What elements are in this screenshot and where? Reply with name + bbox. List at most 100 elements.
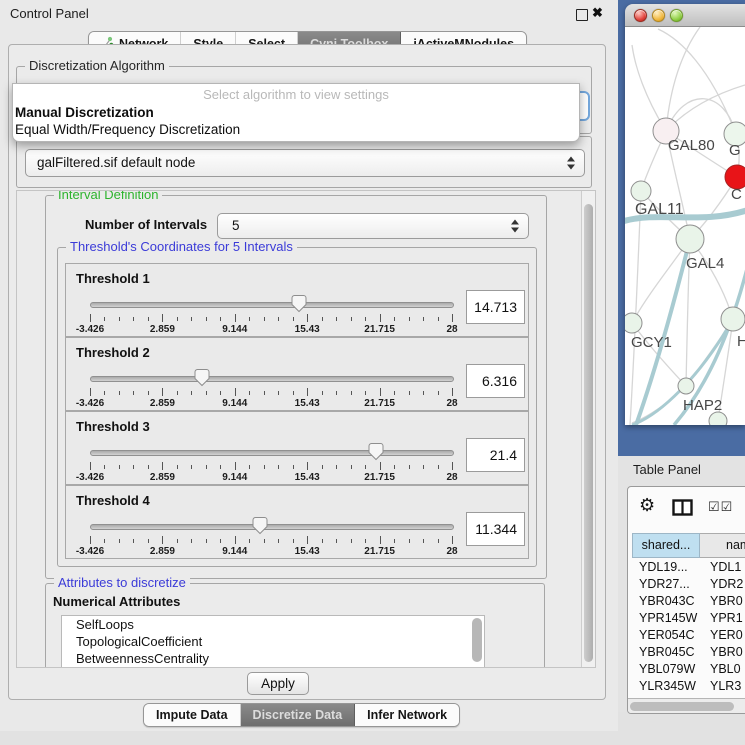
number-of-intervals-select[interactable]: 5	[217, 213, 529, 239]
close-traffic-light[interactable]	[634, 9, 647, 22]
slider-tick-labels: -3.4262.8599.14415.4321.71528	[90, 546, 452, 558]
thresholds-group-title: Threshold's Coordinates for 5 Intervals	[66, 239, 297, 254]
numerical-attributes-label: Numerical Attributes	[53, 594, 180, 609]
number-of-intervals-value: 5	[218, 214, 528, 238]
threshold-4-slider[interactable]: -3.4262.8599.14415.4321.71528	[90, 514, 452, 556]
tick-label: -3.426	[76, 546, 104, 557]
tick-label: 15.43	[295, 546, 320, 557]
table-row[interactable]: YBR045C YBR0	[632, 644, 745, 661]
column-header-shared-name[interactable]: shared...	[632, 533, 700, 558]
column-header-name[interactable]: name	[700, 533, 745, 558]
tab-label: Discretize Data	[253, 708, 343, 722]
minimize-traffic-light[interactable]	[652, 9, 665, 22]
list-scrollbar-thumb[interactable]	[472, 618, 482, 662]
attribute-item-topologicalcoefficient[interactable]: TopologicalCoefficient	[62, 633, 484, 650]
tab-impute-data[interactable]: Impute Data	[144, 704, 241, 726]
threshold-1-value-input[interactable]	[466, 290, 525, 324]
node-label-hap2: HAP2	[683, 397, 722, 414]
tick-label: 15.43	[295, 472, 320, 483]
node-label-gal4: GAL4	[686, 255, 724, 272]
table-row[interactable]: YLR345WYLR3	[632, 678, 745, 695]
slider-tick-labels: -3.4262.8599.14415.4321.71528	[90, 398, 452, 410]
slider-track[interactable]	[90, 302, 454, 308]
attribute-item-betweennesscentrality[interactable]: BetweennessCentrality	[62, 650, 484, 667]
table-data-select[interactable]: galFiltered.sif default node	[25, 149, 585, 177]
threshold-2-value-input[interactable]	[466, 364, 525, 398]
cell-name: YLR3	[710, 678, 741, 695]
cell-name: YBR0	[710, 644, 743, 661]
slider-track[interactable]	[90, 524, 454, 530]
tab-discretize-data[interactable]: Discretize Data	[241, 704, 356, 726]
node-label-h: H	[737, 333, 745, 350]
float-window-icon[interactable]	[576, 9, 588, 21]
cell-shared-name: YDR27...	[639, 576, 690, 593]
tick-label: 15.43	[295, 324, 320, 335]
network-node-gal11[interactable]	[631, 181, 651, 201]
vertical-scrollbar[interactable]	[581, 191, 595, 667]
slider-track[interactable]	[90, 450, 454, 456]
cell-name: YPR1	[710, 610, 743, 627]
control-panel-title: Control Panel	[10, 6, 89, 21]
threshold-3-label: Threshold 3	[76, 419, 150, 434]
select-columns-icons[interactable]: ☑☑	[708, 499, 733, 515]
threshold-3-value-input[interactable]	[466, 438, 525, 472]
network-canvas[interactable]: GAL80GCGAL11GAL4GCY1HHAP2	[625, 27, 745, 425]
threshold-1-slider[interactable]: -3.4262.8599.14415.4321.71528	[90, 292, 452, 334]
network-node-hap2[interactable]	[678, 378, 694, 394]
tick-label: -3.426	[76, 398, 104, 409]
slider-track[interactable]	[90, 376, 454, 382]
slider-ticks	[90, 536, 452, 545]
network-node-gcy1[interactable]	[625, 313, 642, 333]
zoom-traffic-light[interactable]	[670, 9, 683, 22]
tick-label: -3.426	[76, 472, 104, 483]
numerical-attributes-list[interactable]: SelfLoopsTopologicalCoefficientBetweenne…	[61, 615, 485, 668]
vertical-scrollbar-thumb[interactable]	[584, 204, 593, 662]
slider-thumb[interactable]	[368, 442, 384, 461]
table-header-row: shared... name	[632, 533, 745, 558]
tick-label: 2.859	[150, 324, 175, 335]
algorithm-option-equal-width-frequency-discretization[interactable]: Equal Width/Frequency Discretization	[13, 121, 579, 138]
list-scrollbar[interactable]	[472, 618, 482, 664]
network-window-titlebar[interactable]	[625, 4, 745, 27]
threshold-4-value-input[interactable]	[466, 512, 525, 546]
node-label-gal11: GAL11	[635, 201, 684, 218]
slider-thumb[interactable]	[252, 516, 268, 535]
threshold-1-label: Threshold 1	[76, 271, 150, 286]
attributes-group-title: Attributes to discretize	[54, 575, 190, 590]
slider-thumb[interactable]	[291, 294, 307, 313]
node-label-gal80: GAL80	[668, 137, 715, 154]
threshold-2-slider[interactable]: -3.4262.8599.14415.4321.71528	[90, 366, 452, 408]
slider-thumb[interactable]	[194, 368, 210, 387]
algorithm-dropdown-hint: Select algorithm to view settings	[13, 84, 579, 104]
tick-label: 9.144	[222, 398, 247, 409]
horizontal-scrollbar-thumb[interactable]	[630, 702, 734, 711]
settings-scroll-area: Interval Definition Number of Intervals …	[16, 190, 596, 668]
tab-infer-network[interactable]: Infer Network	[355, 704, 459, 726]
algorithm-option-manual-discretization[interactable]: Manual Discretization	[13, 104, 579, 121]
tick-label: 21.715	[364, 472, 395, 483]
horizontal-scrollbar[interactable]	[628, 698, 745, 714]
tick-label: 28	[446, 546, 457, 557]
network-node-h[interactable]	[721, 307, 745, 331]
table-row[interactable]: YDR27...YDR2	[632, 576, 745, 593]
threshold-4-label: Threshold 4	[76, 493, 150, 508]
table-row[interactable]: YER054CYER0	[632, 627, 745, 644]
node-label-c: C	[731, 186, 742, 203]
threshold-3-slider[interactable]: -3.4262.8599.14415.4321.71528	[90, 440, 452, 482]
tick-label: 21.715	[364, 324, 395, 335]
table-row[interactable]: YBL079WYBL0	[632, 661, 745, 678]
table-row[interactable]: YDL19...YDL1	[632, 559, 745, 576]
gear-icon[interactable]: ⚙	[639, 495, 655, 516]
network-node-gal4[interactable]	[676, 225, 704, 253]
apply-button[interactable]: Apply	[247, 672, 309, 695]
table-row[interactable]: YBR043CYBR0	[632, 593, 745, 610]
table-row[interactable]: YPR145WYPR1	[632, 610, 745, 627]
cell-shared-name: YBR045C	[639, 644, 695, 661]
network-view-window: GAL80GCGAL11GAL4GCY1HHAP2	[625, 4, 745, 425]
threshold-3-panel: Threshold 3-3.4262.8599.14415.4321.71528	[65, 411, 529, 485]
threshold-2-label: Threshold 2	[76, 345, 150, 360]
cell-name: YDL1	[710, 559, 741, 576]
close-icon[interactable]: ✖	[592, 5, 603, 21]
split-view-icon[interactable]	[672, 499, 693, 516]
attribute-item-selfloops[interactable]: SelfLoops	[62, 616, 484, 633]
